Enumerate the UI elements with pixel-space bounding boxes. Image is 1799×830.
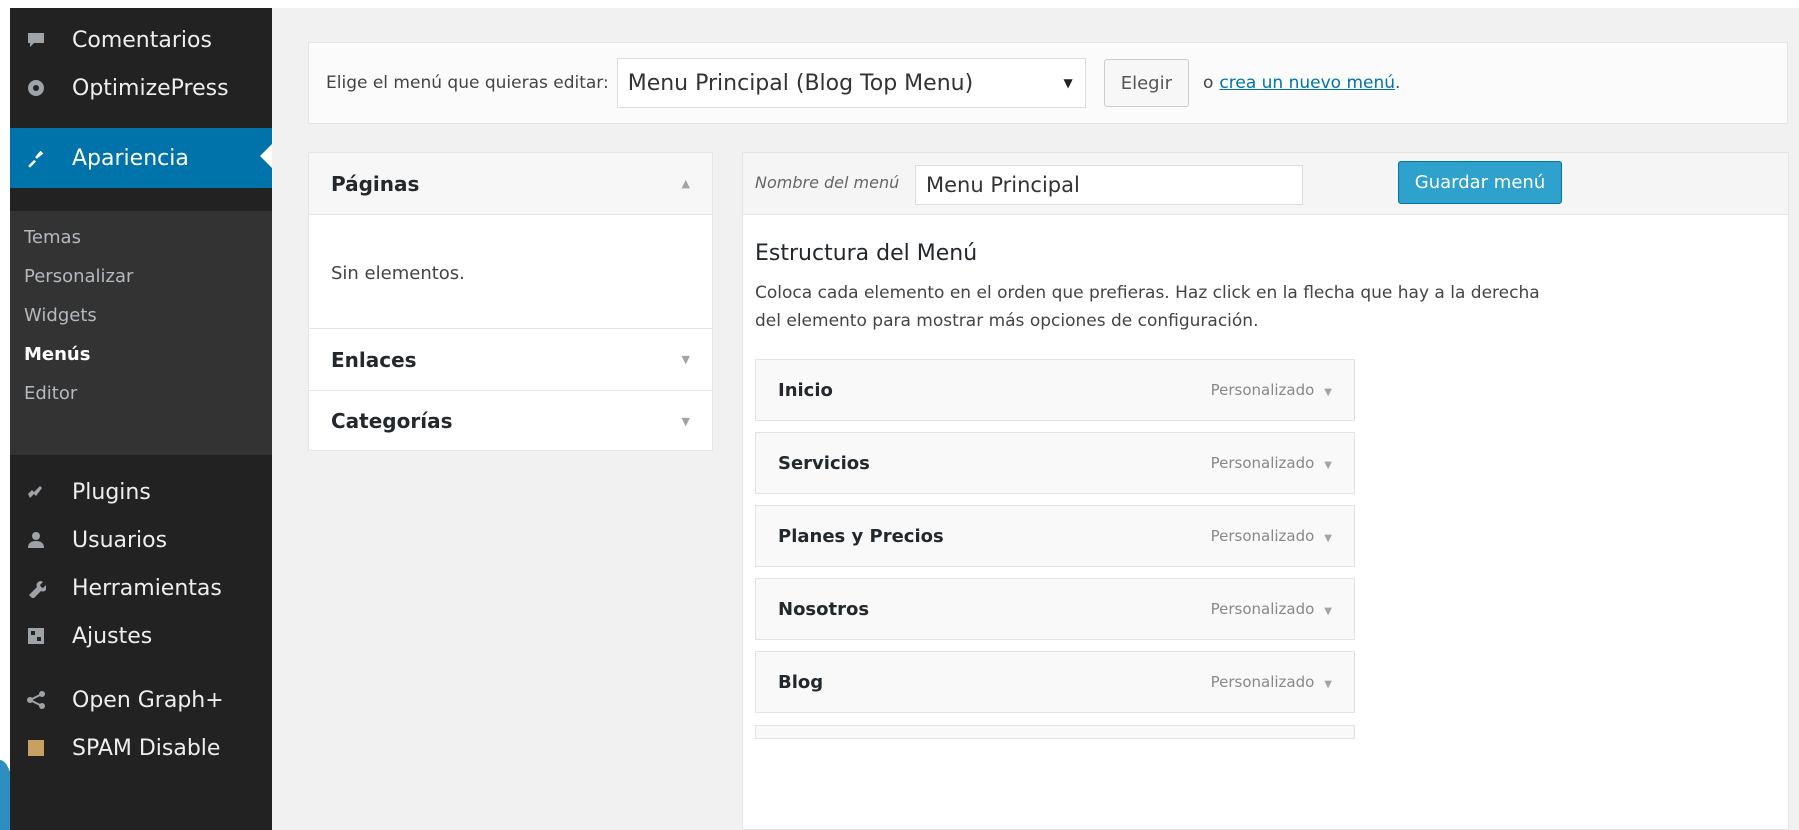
submenu-item-editor[interactable]: Editor (24, 383, 77, 404)
menu-item-row[interactable]: Blog Personalizado ▼ (755, 651, 1355, 713)
menu-item-title: Blog (778, 671, 824, 693)
menu-name-input[interactable]: Menu Principal (915, 165, 1303, 205)
item-expand-arrow-icon[interactable]: ▼ (1324, 606, 1332, 617)
menu-item-row[interactable]: Nosotros Personalizado ▼ (755, 578, 1355, 640)
menu-name-label: Nombre del menú (755, 173, 900, 192)
menu-structure-title: Estructura del Menú (755, 241, 978, 266)
menu-item-type: Personalizado ▼ (1210, 673, 1332, 691)
menu-picker-bar: Elige el menú que quieras editar: Menu P… (308, 42, 1788, 124)
expand-arrow-icon[interactable]: ▼ (682, 353, 690, 366)
empty-message: Sin elementos. (331, 263, 465, 284)
menu-management-panel: Nombre del menú Menu Principal Guardar m… (742, 152, 1789, 830)
accordion-title: Páginas (331, 171, 420, 196)
menu-item-type: Personalizado ▼ (1210, 600, 1332, 618)
sidebar-item-optimizepress[interactable]: OptimizePress (10, 60, 272, 116)
comments-icon (26, 30, 46, 50)
submenu-item-temas[interactable]: Temas (24, 227, 81, 248)
sidebar-item-spam-disable[interactable]: SPAM Disable (10, 720, 272, 776)
accordion-section-categorias[interactable]: Categorías ▼ (309, 390, 712, 452)
tools-icon (26, 578, 46, 598)
save-menu-button[interactable]: Guardar menú (1398, 161, 1562, 204)
create-menu-link[interactable]: crea un nuevo menú (1219, 73, 1395, 93)
expand-arrow-icon[interactable]: ▼ (682, 415, 690, 428)
menu-item-row[interactable]: Planes y Precios Personalizado ▼ (755, 505, 1355, 567)
menu-item-row[interactable]: Servicios Personalizado ▼ (755, 432, 1355, 494)
accordion-title: Enlaces (331, 347, 417, 372)
sidebar-item-ajustes[interactable]: Ajustes (10, 608, 272, 664)
menu-header: Nombre del menú Menu Principal Guardar m… (743, 153, 1788, 215)
spam-icon (26, 738, 46, 758)
menu-item-type: Personalizado ▼ (1210, 527, 1332, 545)
submenu-item-personalizar[interactable]: Personalizar (24, 266, 133, 287)
optimizepress-icon (26, 78, 46, 98)
accordion-title: Categorías (331, 409, 453, 433)
menu-picker-label: Elige el menú que quieras editar: (326, 73, 609, 93)
plugins-icon (26, 482, 46, 502)
menu-item-row-partial[interactable] (755, 725, 1355, 739)
menu-structure-description: Coloca cada elemento en el orden que pre… (755, 283, 1540, 331)
collapse-arrow-icon[interactable]: ▲ (682, 177, 690, 190)
dropdown-arrow-icon: ▼ (1063, 76, 1073, 90)
item-expand-arrow-icon[interactable]: ▼ (1324, 387, 1332, 398)
appearance-icon (26, 148, 46, 168)
main-content: Elige el menú que quieras editar: Menu P… (272, 8, 1799, 830)
period-text: . (1395, 73, 1401, 93)
sidebar-item-label: Plugins (72, 479, 151, 505)
menu-select-value: Menu Principal (Blog Top Menu) (627, 70, 974, 96)
sidebar-item-label: Open Graph+ (72, 687, 224, 713)
admin-sidebar: Comentarios OptimizePress Apariencia Tem… (10, 8, 272, 830)
sidebar-item-label: SPAM Disable (72, 735, 221, 761)
menu-item-title: Inicio (778, 379, 833, 401)
add-items-accordion: Páginas ▲ Sin elementos. Enlaces ▼ Categ… (308, 152, 713, 451)
sidebar-item-label: Ajustes (72, 623, 153, 649)
sidebar-item-label: Comentarios (72, 27, 212, 53)
menu-select[interactable]: Menu Principal (Blog Top Menu) ▼ (616, 58, 1086, 108)
screen-edge (0, 0, 10, 830)
current-pointer (260, 144, 272, 168)
item-expand-arrow-icon[interactable]: ▼ (1324, 533, 1332, 544)
sidebar-item-label: Herramientas (72, 575, 222, 601)
submenu-item-menus[interactable]: Menús (24, 344, 90, 365)
submenu-item-widgets[interactable]: Widgets (24, 305, 97, 326)
users-icon (26, 530, 46, 550)
item-expand-arrow-icon[interactable]: ▼ (1324, 460, 1332, 471)
sidebar-item-label: Apariencia (72, 145, 189, 171)
sidebar-item-label: Usuarios (72, 527, 168, 553)
appearance-submenu: Temas Personalizar Widgets Menús Editor (10, 211, 272, 455)
sidebar-item-apariencia[interactable]: Apariencia (10, 128, 272, 188)
menu-item-type: Personalizado ▼ (1210, 381, 1332, 399)
or-text: o (1203, 73, 1214, 93)
accordion-body-paginas: Sin elementos. (309, 215, 712, 329)
share-icon (26, 690, 46, 710)
settings-icon (26, 626, 46, 646)
menu-item-type: Personalizado ▼ (1210, 454, 1332, 472)
menu-item-row[interactable]: Inicio Personalizado ▼ (755, 359, 1355, 421)
accordion-section-enlaces[interactable]: Enlaces ▼ (309, 329, 712, 391)
menu-item-title: Planes y Precios (778, 525, 944, 547)
menu-item-title: Servicios (778, 452, 870, 474)
choose-button[interactable]: Elegir (1103, 59, 1189, 107)
item-expand-arrow-icon[interactable]: ▼ (1324, 679, 1332, 690)
menu-item-title: Nosotros (778, 598, 870, 620)
sidebar-item-label: OptimizePress (72, 75, 229, 101)
accordion-section-paginas[interactable]: Páginas ▲ (309, 153, 712, 215)
